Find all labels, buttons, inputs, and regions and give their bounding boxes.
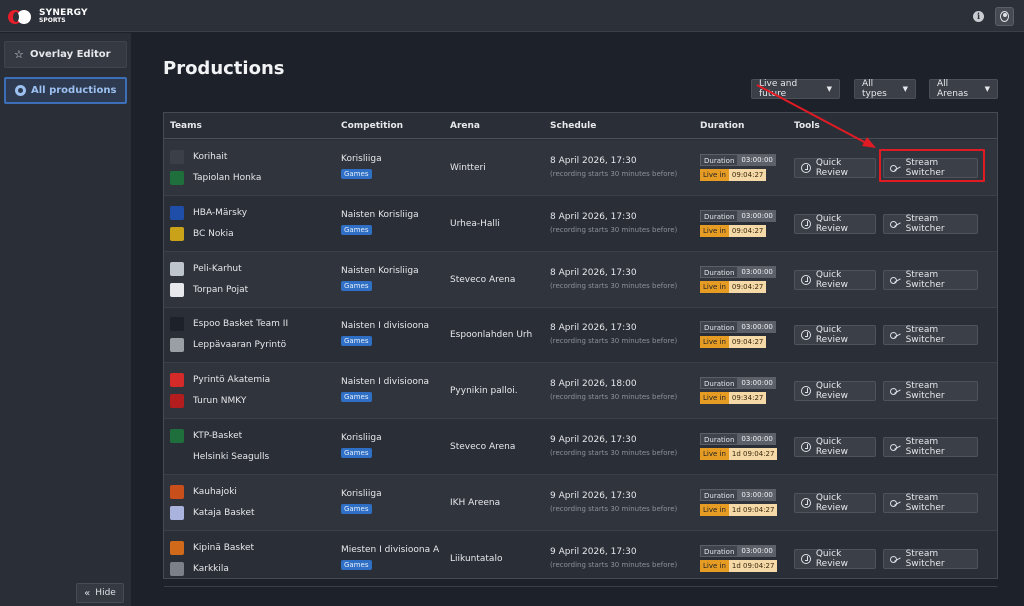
annotation-arrow bbox=[756, 84, 876, 148]
